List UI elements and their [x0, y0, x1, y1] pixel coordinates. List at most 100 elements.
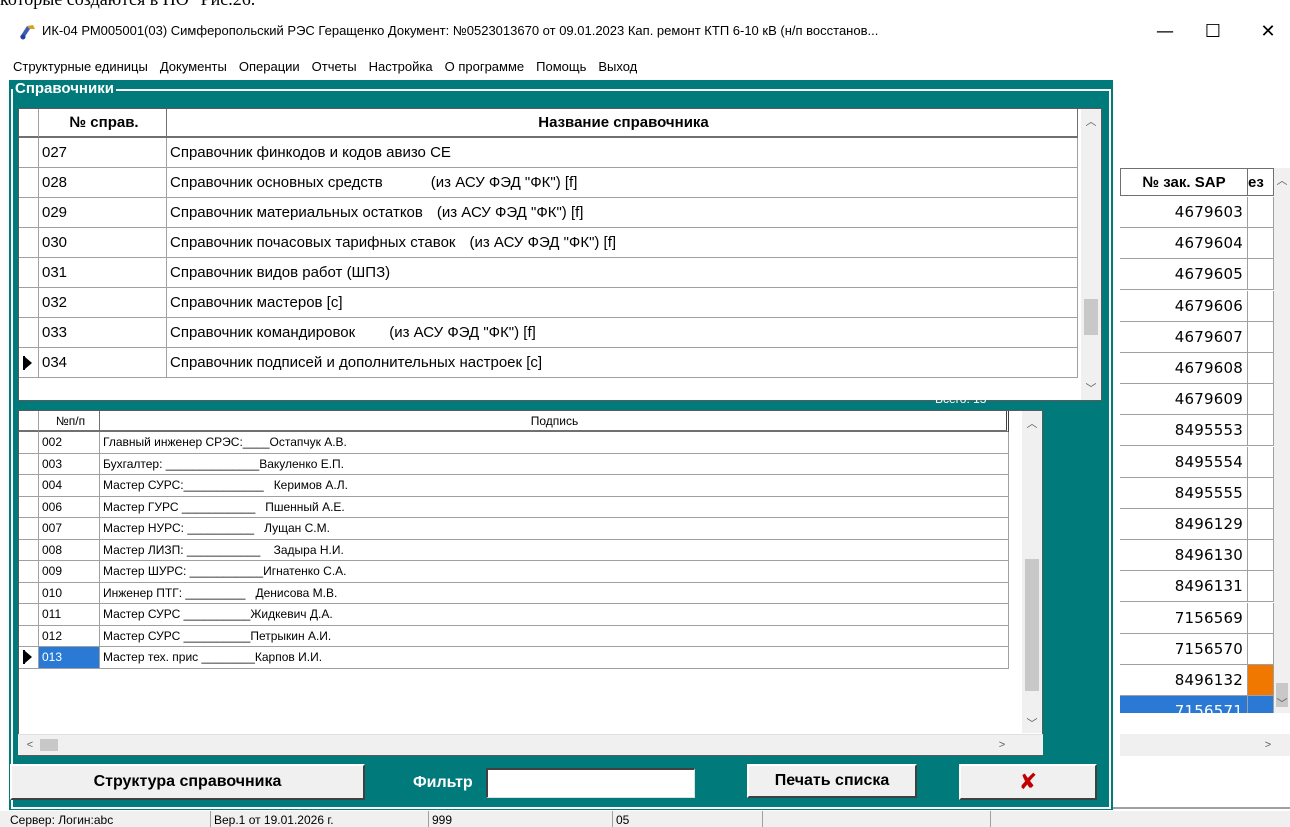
- scroll-up-icon[interactable]: ︿: [1274, 170, 1290, 190]
- row-indicator[interactable]: [19, 138, 39, 168]
- sap-extra-cell[interactable]: [1248, 665, 1274, 696]
- directories-vscroll[interactable]: ︿ ﹀: [1081, 109, 1101, 400]
- table-row[interactable]: 4679608: [1120, 353, 1274, 384]
- directory-name-cell[interactable]: Справочник финкодов и кодов авизо СЕ: [167, 138, 1078, 168]
- sap-order-number[interactable]: 8495553: [1120, 415, 1248, 447]
- table-row[interactable]: 027 Справочник финкодов и кодов авизо СЕ: [19, 138, 1101, 168]
- row-indicator[interactable]: [19, 625, 39, 647]
- signature-number[interactable]: 002: [39, 432, 100, 454]
- table-row[interactable]: 002 Главный инженер СРЭС:____Остапчук А.В…: [19, 432, 1042, 454]
- sap-extra-cell[interactable]: [1248, 446, 1274, 478]
- menu-reports[interactable]: Отчеты: [312, 59, 357, 74]
- sap-order-number[interactable]: 7156569: [1120, 602, 1248, 634]
- sap-extra-cell[interactable]: [1248, 633, 1274, 665]
- scroll-thumb[interactable]: [40, 739, 58, 751]
- row-indicator[interactable]: [19, 582, 39, 604]
- signature-text[interactable]: Мастер СУРС __________Жидкевич Д.А.: [100, 604, 1009, 626]
- row-indicator[interactable]: [19, 604, 39, 626]
- sap-order-number[interactable]: 7156571: [1120, 696, 1248, 713]
- sap-order-number[interactable]: 4679605: [1120, 259, 1248, 291]
- table-row[interactable]: 013 Мастер тех. прис ________Карпов И.И.: [19, 647, 1042, 669]
- close-button[interactable]: ✘: [959, 764, 1097, 800]
- minimize-button[interactable]: —: [1150, 18, 1180, 44]
- signature-number[interactable]: 011: [39, 604, 100, 626]
- table-row[interactable]: 8495553: [1120, 415, 1274, 447]
- row-indicator[interactable]: [19, 198, 39, 228]
- sap-extra-cell[interactable]: [1248, 415, 1274, 447]
- signature-number[interactable]: 008: [39, 539, 100, 561]
- table-row[interactable]: 7156571: [1120, 696, 1274, 713]
- signature-number[interactable]: 013: [39, 647, 100, 669]
- directory-number[interactable]: 031: [39, 258, 167, 288]
- directory-name-cell[interactable]: Справочник почасовых тарифных ставок (из …: [167, 228, 1078, 258]
- table-row[interactable]: 003 Бухгалтер: ______________Вакуленко Е.…: [19, 453, 1042, 475]
- table-row[interactable]: 8496129: [1120, 509, 1274, 540]
- sap-extra-cell[interactable]: [1248, 353, 1274, 384]
- sap-extra-cell[interactable]: [1248, 509, 1274, 540]
- scroll-right-icon[interactable]: >: [1258, 735, 1278, 755]
- signature-text[interactable]: Мастер ГУРС ___________ Пшенный А.Е.: [100, 496, 1009, 518]
- sap-extra-cell[interactable]: [1248, 602, 1274, 634]
- signature-text[interactable]: Мастер СУРС:____________ Керимов А.Л.: [100, 475, 1009, 497]
- filter-input[interactable]: [486, 768, 695, 798]
- sap-order-number[interactable]: 4679608: [1120, 353, 1248, 384]
- sap-orders-grid[interactable]: № зак. SAP ез 4679603 4679604 4679605 46796…: [1120, 168, 1290, 713]
- scroll-down-icon[interactable]: ﹀: [1081, 378, 1101, 398]
- scroll-left-icon[interactable]: <: [20, 735, 40, 755]
- column-header-sap[interactable]: № зак. SAP: [1120, 168, 1248, 196]
- sap-extra-cell[interactable]: [1248, 540, 1274, 572]
- table-row[interactable]: 7156570: [1120, 633, 1274, 665]
- table-row[interactable]: 007 Мастер НУРС: __________ Лущан С.М.: [19, 518, 1042, 540]
- sap-extra-cell[interactable]: [1248, 321, 1274, 353]
- table-row[interactable]: 8495554: [1120, 446, 1274, 478]
- table-row[interactable]: 032 Справочник мастеров [c]: [19, 288, 1101, 318]
- signature-number[interactable]: 004: [39, 475, 100, 497]
- column-header-name[interactable]: Название справочника: [167, 109, 1078, 138]
- signature-text[interactable]: Инженер ПТГ: _________ Денисова М.В.: [100, 582, 1009, 604]
- structure-button[interactable]: Структура справочника: [10, 764, 365, 800]
- directory-number[interactable]: 034: [39, 348, 167, 378]
- sap-extra-cell[interactable]: [1248, 228, 1274, 260]
- signature-number[interactable]: 007: [39, 518, 100, 540]
- table-row[interactable]: 4679609: [1120, 384, 1274, 416]
- close-window-button[interactable]: ✕: [1253, 18, 1283, 44]
- sap-extra-cell[interactable]: [1248, 384, 1274, 416]
- directories-grid[interactable]: № справ. Название справочника 027 Справоч…: [18, 108, 1102, 401]
- column-header-num[interactable]: №п/п: [39, 411, 100, 432]
- table-row[interactable]: 4679606: [1120, 290, 1274, 322]
- table-row[interactable]: 011 Мастер СУРС __________Жидкевич Д.А.: [19, 604, 1042, 626]
- sap-order-number[interactable]: 8495554: [1120, 446, 1248, 478]
- signature-text[interactable]: Мастер ЛИЗП: ___________ Задыра Н.И.: [100, 539, 1009, 561]
- table-row[interactable]: 8495555: [1120, 477, 1274, 509]
- sap-order-number[interactable]: 4679607: [1120, 321, 1248, 353]
- row-indicator[interactable]: [19, 228, 39, 258]
- row-indicator[interactable]: [19, 539, 39, 561]
- directory-number[interactable]: 029: [39, 198, 167, 228]
- signature-number[interactable]: 010: [39, 582, 100, 604]
- signature-number[interactable]: 003: [39, 453, 100, 475]
- scroll-down-icon[interactable]: ﹀: [1274, 693, 1290, 713]
- signature-text[interactable]: Мастер ШУРС: ___________Игнатенко С.А.: [100, 561, 1009, 583]
- signature-number[interactable]: 009: [39, 561, 100, 583]
- scroll-down-icon[interactable]: ﹀: [1022, 713, 1042, 733]
- row-indicator[interactable]: [19, 348, 39, 378]
- row-indicator[interactable]: [19, 518, 39, 540]
- scroll-right-icon[interactable]: >: [992, 735, 1012, 755]
- sap-order-number[interactable]: 8495555: [1120, 477, 1248, 509]
- menu-exit[interactable]: Выход: [598, 59, 637, 74]
- signature-number[interactable]: 012: [39, 625, 100, 647]
- directory-name-cell[interactable]: Справочник командировок (из АСУ ФЭД "ФК")…: [167, 318, 1078, 348]
- sap-order-number[interactable]: 8496130: [1120, 540, 1248, 572]
- directory-number[interactable]: 028: [39, 168, 167, 198]
- table-row[interactable]: 030 Справочник почасовых тарифных ставок (…: [19, 228, 1101, 258]
- table-row[interactable]: 8496131: [1120, 571, 1274, 603]
- menu-about[interactable]: О программе: [445, 59, 525, 74]
- row-indicator[interactable]: [19, 288, 39, 318]
- table-row[interactable]: 7156569: [1120, 602, 1274, 634]
- table-row[interactable]: 028 Справочник основных средств (из АСУ ФЭ…: [19, 168, 1101, 198]
- table-row[interactable]: 034 Справочник подписей и дополнительных …: [19, 348, 1101, 378]
- signature-text[interactable]: Главный инженер СРЭС:____Остапчук А.В.: [100, 432, 1009, 454]
- column-header-num[interactable]: № справ.: [39, 109, 167, 138]
- sap-order-number[interactable]: 4679604: [1120, 228, 1248, 260]
- sap-order-number[interactable]: 4679606: [1120, 290, 1248, 322]
